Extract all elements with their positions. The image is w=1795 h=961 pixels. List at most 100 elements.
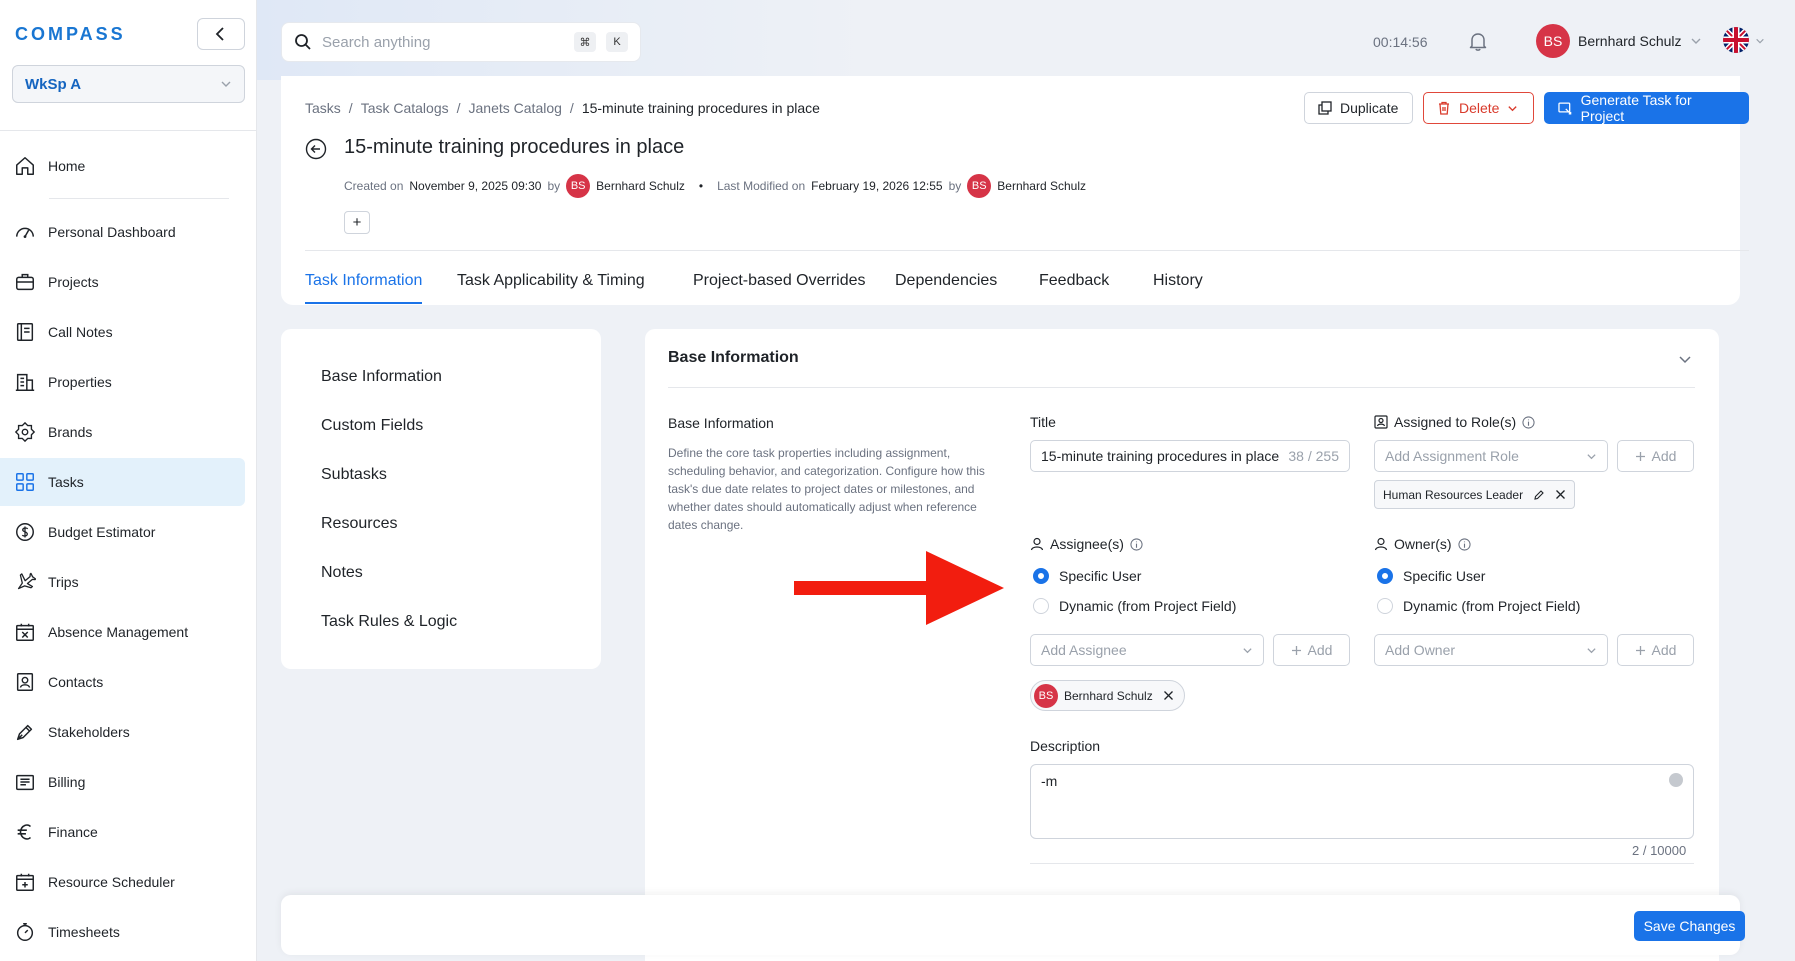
creator-name: Bernhard Schulz: [596, 179, 685, 193]
search-bar[interactable]: ⌘ K: [281, 22, 641, 62]
sidebar-item-personal-dashboard[interactable]: Personal Dashboard: [0, 208, 245, 256]
grid-icon: [16, 473, 34, 491]
breadcrumb-item-tasks[interactable]: Tasks: [305, 100, 341, 116]
modified-label: Last Modified on: [717, 179, 806, 193]
sidebar-item-finance[interactable]: Finance: [0, 808, 245, 856]
modifier-name: Bernhard Schulz: [997, 179, 1086, 193]
owner-select[interactable]: Add Owner: [1374, 634, 1608, 666]
sidebar-item-brands[interactable]: Brands: [0, 408, 245, 456]
calendar-x-icon: [16, 623, 34, 641]
tab-feedback[interactable]: Feedback: [1039, 272, 1109, 304]
owner-specific-user-radio[interactable]: Specific User: [1377, 568, 1485, 584]
radio-unselected[interactable]: [1377, 598, 1393, 614]
breadcrumb-item-janets-catalog[interactable]: Janets Catalog: [469, 100, 562, 116]
notifications-button[interactable]: [1467, 30, 1489, 52]
add-assignee-button[interactable]: Add: [1273, 634, 1350, 666]
description-textarea[interactable]: -m: [1030, 764, 1694, 839]
action-bar: [281, 895, 1740, 955]
tab-project-based-overrides[interactable]: Project-based Overrides: [693, 272, 866, 304]
sidebar-item-contacts[interactable]: Contacts: [0, 658, 245, 706]
workspace-name: WkSp A: [25, 75, 82, 93]
user-menu[interactable]: BS Bernhard Schulz: [1536, 24, 1702, 58]
sidebar-item-projects[interactable]: Projects: [0, 258, 245, 306]
section-link-resources[interactable]: Resources: [321, 515, 397, 533]
edit-icon[interactable]: [1533, 489, 1545, 501]
workspace-select[interactable]: WkSp A: [12, 65, 245, 103]
close-icon[interactable]: [1163, 690, 1174, 701]
generate-task-button[interactable]: Generate Task for Project: [1544, 92, 1749, 124]
sidebar-item-billing[interactable]: Billing: [0, 758, 245, 806]
clear-icon[interactable]: [1669, 773, 1683, 787]
radio-unselected[interactable]: [1033, 598, 1049, 614]
tab-task-applicability-timing[interactable]: Task Applicability & Timing: [457, 272, 645, 304]
assignee-dynamic-radio[interactable]: Dynamic (from Project Field): [1033, 598, 1236, 614]
tab-history[interactable]: History: [1153, 272, 1203, 304]
sidebar-item-trips[interactable]: Trips: [0, 558, 245, 606]
tab-task-information[interactable]: Task Information: [305, 272, 423, 304]
shortcut-cmd-key: ⌘: [574, 32, 596, 52]
sidebar-item-absence-management[interactable]: Absence Management: [0, 608, 245, 656]
sidebar-item-timesheets[interactable]: Timesheets: [0, 908, 245, 956]
role-chip: Human Resources Leader: [1374, 480, 1576, 509]
add-tag-button[interactable]: +: [344, 211, 370, 234]
delete-button[interactable]: Delete: [1423, 92, 1534, 124]
tab-dependencies[interactable]: Dependencies: [895, 272, 997, 304]
section-link-base-information[interactable]: Base Information: [321, 368, 442, 386]
stopwatch-icon: [16, 923, 34, 941]
calendar-plus-icon: [16, 873, 34, 891]
card-title: Base Information: [668, 349, 799, 366]
info-icon[interactable]: [1130, 537, 1143, 551]
sidebar-item-label: Tasks: [48, 474, 84, 490]
sidebar-item-stakeholders[interactable]: Stakeholders: [0, 708, 245, 756]
badge-icon: [14, 421, 36, 443]
title-input[interactable]: 15-minute training procedures in place 3…: [1030, 440, 1350, 472]
sidebar-item-home[interactable]: Home: [0, 142, 245, 190]
section-link-notes[interactable]: Notes: [321, 564, 363, 582]
user-icon: [1030, 537, 1044, 551]
add-owner-label: Add: [1651, 642, 1677, 658]
trash-icon: [1439, 101, 1449, 115]
sidebar-item-label: Contacts: [48, 674, 104, 690]
section-link-custom-fields[interactable]: Custom Fields: [321, 417, 423, 435]
assignee-specific-user-radio[interactable]: Specific User: [1033, 568, 1141, 584]
collapse-sidebar-button[interactable]: [197, 18, 245, 50]
card-divider: [668, 387, 1695, 388]
sidebar-item-label: Properties: [48, 374, 112, 390]
chevron-down-icon: [1679, 356, 1691, 364]
field-divider: [1030, 863, 1694, 864]
breadcrumb-item-task-catalogs[interactable]: Task Catalogs: [361, 100, 449, 116]
back-button[interactable]: [305, 138, 327, 160]
radio-selected[interactable]: [1033, 568, 1049, 584]
chevron-down-icon: [221, 81, 231, 87]
save-changes-button[interactable]: Save Changes: [1634, 911, 1745, 941]
search-input[interactable]: [322, 33, 564, 51]
section-link-subtasks[interactable]: Subtasks: [321, 466, 387, 484]
assignees-label: Assignee(s): [1030, 536, 1143, 552]
owner-dynamic-radio[interactable]: Dynamic (from Project Field): [1377, 598, 1580, 614]
radio-selected[interactable]: [1377, 568, 1393, 584]
info-icon[interactable]: [1522, 415, 1535, 429]
sidebar-item-properties[interactable]: Properties: [0, 358, 245, 406]
assignee-select[interactable]: Add Assignee: [1030, 634, 1264, 666]
duplicate-button[interactable]: Duplicate: [1304, 92, 1413, 124]
info-icon[interactable]: [1457, 537, 1471, 551]
add-role-button[interactable]: Add: [1617, 440, 1694, 472]
sidebar-item-resource-scheduler[interactable]: Resource Scheduler: [0, 858, 245, 906]
sidebar-item-call-notes[interactable]: Call Notes: [0, 308, 245, 356]
language-selector[interactable]: [1723, 27, 1749, 53]
plus-icon: [1635, 451, 1645, 461]
collapse-section-button[interactable]: [1678, 352, 1692, 366]
shortcut-k-key: K: [606, 32, 628, 52]
section-link-task-rules-logic[interactable]: Task Rules & Logic: [321, 613, 457, 631]
chevron-down-icon[interactable]: [1755, 36, 1765, 46]
assignment-role-select[interactable]: Add Assignment Role: [1374, 440, 1608, 472]
title-value: 15-minute training procedures in place: [1041, 448, 1280, 464]
sidebar-item-budget-estimator[interactable]: Budget Estimator: [0, 508, 245, 556]
sidebar-item-label: Absence Management: [48, 624, 189, 640]
sidebar-item-label: Timesheets: [48, 924, 120, 940]
add-owner-button[interactable]: Add: [1617, 634, 1694, 666]
chevron-down-icon: [1587, 647, 1596, 653]
title-char-count: 38 / 255: [1288, 448, 1339, 464]
sidebar-item-tasks[interactable]: Tasks: [0, 458, 245, 506]
close-icon[interactable]: [1555, 489, 1566, 500]
